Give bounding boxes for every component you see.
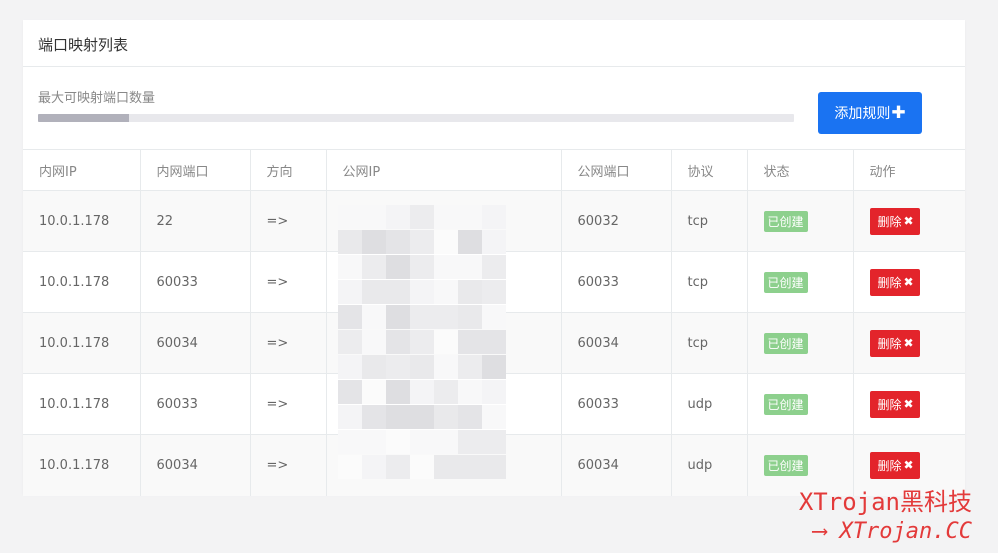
delete-label: 删除 <box>877 214 902 229</box>
table-row: 10.0.1.178 60034 => 60034 tcp 已创建 删除 ✖ <box>23 312 965 374</box>
table-header-row: 内网IP 内网端口 方向 公网IP 公网端口 协议 状态 动作 <box>23 149 965 191</box>
header-public-port: 公网端口 <box>561 149 672 191</box>
cell-public-port: 60033 <box>561 373 672 435</box>
cell-status: 已创建 <box>747 190 854 252</box>
delete-button[interactable]: 删除 ✖ <box>869 268 920 296</box>
watermark-line1: XTrojan黑科技 <box>798 488 972 516</box>
delete-button[interactable]: 删除 ✖ <box>869 390 920 418</box>
watermark-line2-text: XTrojan.CC <box>839 519 972 544</box>
cell-lan-port: 22 <box>140 190 251 252</box>
quota-label: 最大可映射端口数量 <box>38 91 156 106</box>
cell-public-port: 60032 <box>561 190 672 252</box>
close-icon: ✖ <box>903 275 914 289</box>
cell-direction: => <box>250 251 327 313</box>
plus-icon: ✚ <box>891 103 906 123</box>
quota-progress-bar <box>38 114 794 122</box>
cell-public-ip <box>326 373 562 435</box>
cell-direction: => <box>250 190 327 252</box>
status-badge: 已创建 <box>763 454 808 476</box>
cell-protocol: tcp <box>671 251 748 313</box>
header-protocol: 协议 <box>671 149 748 191</box>
cell-action: 删除 ✖ <box>853 251 965 313</box>
cell-action: 删除 ✖ <box>853 312 965 374</box>
cell-direction: => <box>250 434 327 496</box>
cell-lan-port: 60034 <box>140 312 251 374</box>
add-rule-button[interactable]: 添加规则 ✚ <box>818 92 922 134</box>
add-rule-label: 添加规则 <box>834 106 891 122</box>
close-icon: ✖ <box>903 458 914 473</box>
cell-lan-ip: 10.0.1.178 <box>23 312 141 374</box>
watermark: XTrojan黑科技 ⟶ XTrojan.CC <box>799 487 972 547</box>
cell-public-ip <box>326 434 562 496</box>
header-lan-port: 内网端口 <box>140 149 251 191</box>
cell-public-ip <box>326 190 562 252</box>
cell-status: 已创建 <box>747 312 854 374</box>
port-mapping-panel: 端口映射列表 最大可映射端口数量 添加规则 ✚ 内网IP 内网端口 方向 公网IP… <box>23 20 965 496</box>
cell-lan-ip: 10.0.1.178 <box>23 190 141 252</box>
table-row: 10.0.1.178 60033 => 60033 tcp 已创建 删除 ✖ <box>23 251 965 313</box>
close-icon: ✖ <box>903 214 914 228</box>
arrow-right-icon: ⟶ <box>813 519 827 544</box>
header-action: 动作 <box>853 149 965 191</box>
header-direction: 方向 <box>250 149 327 191</box>
panel-title: 端口映射列表 <box>23 20 965 67</box>
cell-protocol: tcp <box>671 312 748 374</box>
watermark-line2: ⟶ XTrojan.CC <box>799 517 972 547</box>
port-mapping-table: 内网IP 内网端口 方向 公网IP 公网端口 协议 状态 动作 10.0.1.1… <box>23 149 965 496</box>
cell-status: 已创建 <box>747 251 854 313</box>
delete-label: 删除 <box>877 336 902 351</box>
cell-lan-port: 60033 <box>140 373 251 435</box>
cell-public-port: 60034 <box>561 434 672 496</box>
cell-lan-port: 60033 <box>140 251 251 313</box>
status-badge: 已创建 <box>763 210 808 232</box>
status-badge: 已创建 <box>763 332 808 354</box>
delete-button[interactable]: 删除 ✖ <box>869 207 920 235</box>
cell-direction: => <box>250 312 327 374</box>
cell-public-port: 60034 <box>561 312 672 374</box>
delete-label: 删除 <box>877 275 902 290</box>
cell-lan-port: 60034 <box>140 434 251 496</box>
cell-public-port: 60033 <box>561 251 672 313</box>
cell-protocol: tcp <box>671 190 748 252</box>
cell-lan-ip: 10.0.1.178 <box>23 434 141 496</box>
cell-public-ip <box>326 312 562 374</box>
delete-button[interactable]: 删除 ✖ <box>869 329 920 357</box>
cell-lan-ip: 10.0.1.178 <box>23 373 141 435</box>
table-row: 10.0.1.178 60033 => 60033 udp 已创建 删除 ✖ <box>23 373 965 435</box>
table-row: 10.0.1.178 22 => 60032 tcp 已创建 删除 ✖ <box>23 190 965 252</box>
cell-protocol: udp <box>671 434 748 496</box>
delete-label: 删除 <box>877 458 902 473</box>
header-lan-ip: 内网IP <box>23 149 141 191</box>
delete-label: 删除 <box>877 397 902 412</box>
quota-section: 最大可映射端口数量 添加规则 ✚ <box>23 67 965 150</box>
cell-action: 删除 ✖ <box>853 373 965 435</box>
header-public-ip: 公网IP <box>326 149 562 191</box>
cell-lan-ip: 10.0.1.178 <box>23 251 141 313</box>
header-status: 状态 <box>747 149 854 191</box>
cell-public-ip <box>326 251 562 313</box>
status-badge: 已创建 <box>763 271 808 293</box>
cell-action: 删除 ✖ <box>853 190 965 252</box>
cell-status: 已创建 <box>747 373 854 435</box>
quota-progress-fill <box>38 114 129 122</box>
delete-button[interactable]: 删除 ✖ <box>869 451 920 479</box>
status-badge: 已创建 <box>763 393 808 415</box>
close-icon: ✖ <box>903 397 914 411</box>
cell-direction: => <box>250 373 327 435</box>
close-icon: ✖ <box>903 336 914 350</box>
cell-protocol: udp <box>671 373 748 435</box>
